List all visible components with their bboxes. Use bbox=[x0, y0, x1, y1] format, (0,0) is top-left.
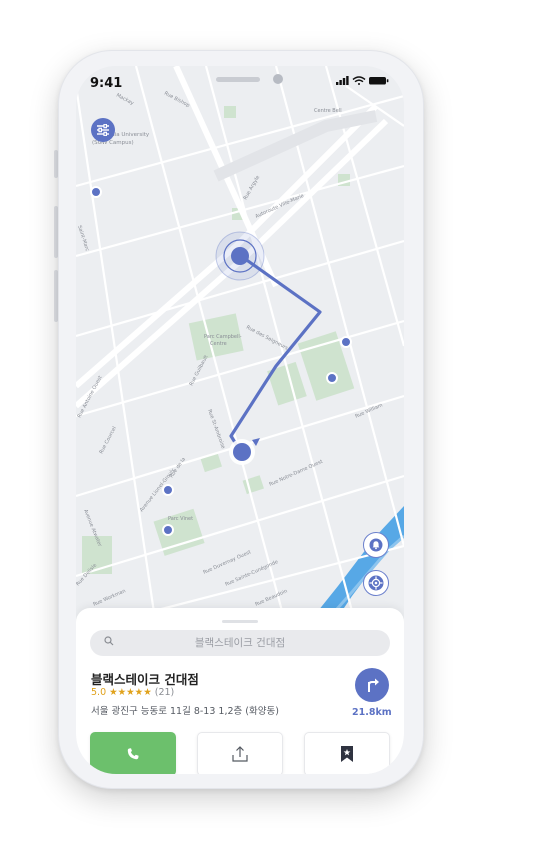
search-icon bbox=[104, 636, 114, 646]
sliders-icon bbox=[97, 124, 109, 136]
bookmark-button[interactable] bbox=[304, 732, 390, 774]
share-button[interactable] bbox=[197, 732, 283, 774]
call-button[interactable] bbox=[90, 732, 176, 774]
search-bar[interactable] bbox=[90, 629, 390, 657]
place-bottom-sheet: 블랙스테이크 건대점 5.0 ★★★★★ (21) 서울 광진구 능동로 11길… bbox=[76, 608, 404, 774]
label-parc-vinet: Parc Vinet bbox=[168, 516, 193, 522]
review-count[interactable]: (21) bbox=[155, 687, 175, 698]
notification-button[interactable] bbox=[363, 532, 389, 558]
action-buttons bbox=[90, 732, 394, 774]
phone-screen: Mackay Rue Bishop Centre Bell Concordia … bbox=[76, 66, 404, 774]
filter-button[interactable] bbox=[91, 118, 115, 142]
rating-stars: 5.0 ★★★★★ bbox=[91, 687, 152, 698]
map-view[interactable]: Mackay Rue Bishop Centre Bell Concordia … bbox=[76, 66, 404, 626]
label-centre-bell: Centre Bell bbox=[314, 108, 342, 114]
signal-icon bbox=[336, 76, 349, 85]
status-time: 9:41 bbox=[90, 76, 123, 91]
turn-right-arrow-icon bbox=[368, 678, 379, 692]
front-camera bbox=[273, 74, 283, 84]
rating-row: 5.0 ★★★★★ (21) bbox=[91, 687, 174, 698]
status-icons bbox=[336, 76, 389, 85]
crosshair-icon bbox=[368, 575, 384, 591]
label-centre: Centre bbox=[210, 341, 227, 347]
locate-me-button[interactable] bbox=[363, 570, 389, 596]
sheet-drag-handle[interactable] bbox=[222, 620, 258, 623]
share-icon bbox=[232, 746, 248, 762]
search-input[interactable] bbox=[90, 629, 390, 657]
speaker-grille bbox=[216, 77, 260, 82]
phone-icon bbox=[127, 748, 139, 760]
bookmark-star-icon bbox=[341, 746, 353, 762]
place-address: 서울 광진구 능동로 11길 8-13 1,2층 (화양동) bbox=[91, 706, 279, 717]
status-bar: 9:41 bbox=[76, 66, 404, 96]
directions-button[interactable] bbox=[355, 668, 389, 702]
place-name: 블랙스테이크 건대점 bbox=[91, 672, 199, 687]
bell-icon bbox=[369, 538, 383, 552]
label-parc: Parc Campbell- bbox=[204, 334, 242, 340]
battery-icon bbox=[369, 77, 389, 85]
distance-label: 21.8km bbox=[352, 707, 392, 718]
current-location-marker bbox=[215, 231, 265, 281]
wifi-icon bbox=[352, 76, 366, 85]
